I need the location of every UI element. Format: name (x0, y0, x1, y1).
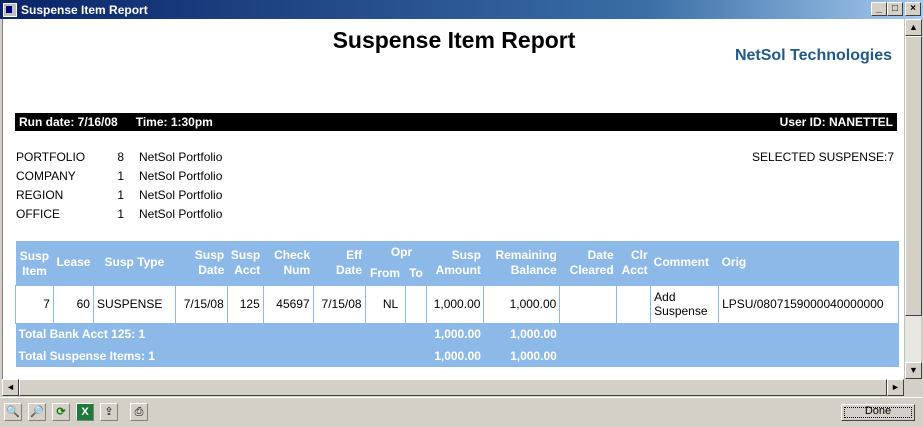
total-label: Total Suspense Items: 1 (15, 345, 427, 367)
org-name: NetSol Portfolio (139, 169, 223, 183)
total-susp-amount: 1,000.00 (426, 323, 484, 345)
cell-date-cleared (559, 284, 618, 324)
cell-susp-acct: 125 (226, 284, 264, 324)
cell-susp-amount: 1,000.00 (426, 284, 485, 324)
print-icon[interactable]: ⎙ (130, 403, 148, 421)
suspense-table: Susp Item Lease Susp Type Susp Date Susp Ac… (15, 241, 899, 367)
org-number: 1 (117, 207, 124, 221)
company-logo: NetSol Technologies (734, 47, 892, 64)
run-info-bar: Run date: 7/16/08 Time: 1:30pm User ID: … (15, 113, 897, 131)
org-label: OFFICE (16, 207, 60, 221)
col-susp-item: Susp Item (15, 241, 54, 285)
minimize-button[interactable]: _ (871, 2, 887, 16)
cell-eff-date: 7/15/08 (312, 284, 366, 324)
col-lease: Lease (53, 241, 94, 285)
col-susp-amount: Susp Amount (426, 241, 484, 285)
org-label: PORTFOLIO (16, 150, 86, 164)
col-susp-type: Susp Type (93, 241, 176, 285)
scroll-down-button[interactable]: ▼ (905, 362, 922, 379)
table-row[interactable]: 7 60 SUSPENSE 7/15/08 125 45697 7/15/08 … (15, 284, 899, 324)
org-name: NetSol Portfolio (139, 188, 223, 202)
cell-remaining-balance: 1,000.00 (483, 284, 561, 324)
window-titlebar: Suspense Item Report _ □ × (0, 0, 923, 19)
user-id: User ID: NANETTEL (779, 115, 893, 129)
header-row: Susp Item Lease Susp Type Susp Date Susp Ac… (15, 241, 899, 285)
org-hierarchy: PORTFOLIO 8 NetSol Portfolio COMPANY 1 N… (16, 150, 222, 226)
total-filler (559, 345, 899, 367)
horizontal-scrollbar[interactable]: ◄ ► (2, 379, 904, 396)
org-row-office: OFFICE 1 NetSol Portfolio (16, 207, 222, 226)
col-remaining-balance: Remaining Balance (483, 241, 560, 285)
org-label: COMPANY (16, 169, 76, 183)
col-from: From (365, 263, 405, 285)
run-date: Run date: 7/16/08 (19, 115, 118, 129)
col-date-cleared: Date Cleared (559, 241, 617, 285)
window-controls: _ □ × (871, 2, 921, 16)
maximize-button[interactable]: □ (887, 2, 903, 16)
run-time: Time: 1:30pm (135, 115, 213, 129)
col-susp-date: Susp Date (175, 241, 228, 285)
close-button[interactable]: × (905, 2, 921, 16)
total-remaining-balance: 1,000.00 (483, 345, 560, 367)
total-label: Total Bank Acct 125: 1 (15, 323, 427, 345)
col-eff-date: Eff Date (313, 241, 366, 285)
cell-susp-item: 7 (15, 284, 54, 324)
done-button[interactable]: Done (841, 404, 915, 421)
total-susp-amount: 1,000.00 (426, 345, 484, 367)
org-number: 1 (117, 169, 124, 183)
report-viewport: Suspense Item Report NetSol Technologies… (2, 19, 904, 379)
scroll-up-button[interactable]: ▲ (905, 19, 922, 36)
cell-check-num: 45697 (262, 284, 314, 324)
org-row-region: REGION 1 NetSol Portfolio (16, 188, 222, 207)
org-number: 8 (117, 150, 124, 164)
total-filler (559, 323, 899, 345)
org-row-portfolio: PORTFOLIO 8 NetSol Portfolio (16, 150, 222, 169)
col-orig: Orig (718, 241, 899, 285)
report-toolbar: 🔍 🔎 ⟳ X ⇪ ⎙ Done (0, 397, 923, 427)
col-check-num: Check Num (263, 241, 314, 285)
cell-clr-acct (616, 284, 652, 324)
total-row-bank-acct: Total Bank Acct 125: 1 1,000.00 1,000.00 (15, 323, 899, 345)
vertical-scrollbar[interactable]: ▲ ▼ (904, 19, 922, 379)
cell-to (404, 284, 428, 324)
window-title: Suspense Item Report (21, 2, 148, 17)
refresh-icon[interactable]: ⟳ (52, 403, 70, 421)
zoom-in-icon[interactable]: 🔎 (28, 403, 46, 421)
cell-comment: Add Suspense (650, 284, 720, 324)
col-comment: Comment (650, 241, 719, 285)
col-opr: Opr (365, 241, 427, 263)
total-row-suspense-items: Total Suspense Items: 1 1,000.00 1,000.0… (15, 345, 899, 367)
org-label: REGION (16, 188, 64, 202)
cell-susp-type: SUSPENSE (92, 284, 176, 324)
cell-lease: 60 (52, 284, 94, 324)
col-to: To (405, 263, 427, 285)
cell-orig: LPSU/0807159000040000000 (718, 284, 899, 324)
col-susp-acct: Susp Acct (227, 241, 264, 285)
org-name: NetSol Portfolio (139, 207, 223, 221)
org-number: 1 (117, 188, 124, 202)
org-row-company: COMPANY 1 NetSol Portfolio (16, 169, 222, 188)
horizontal-scroll-thumb[interactable] (19, 379, 887, 396)
col-clr-acct: Clr Acct (616, 241, 651, 285)
cell-from: NL (364, 284, 406, 324)
export-icon[interactable]: ⇪ (100, 403, 118, 421)
excel-export-icon[interactable]: X (76, 403, 94, 421)
total-remaining-balance: 1,000.00 (483, 323, 560, 345)
scroll-right-button[interactable]: ► (887, 379, 904, 396)
zoom-out-icon[interactable]: 🔍 (4, 403, 22, 421)
selected-suspense: SELECTED SUSPENSE:7 (751, 150, 894, 164)
cell-susp-date: 7/15/08 (174, 284, 228, 324)
vertical-scroll-thumb[interactable] (905, 36, 922, 316)
scroll-left-button[interactable]: ◄ (2, 379, 19, 396)
org-name: NetSol Portfolio (139, 150, 223, 164)
app-icon (3, 2, 17, 17)
